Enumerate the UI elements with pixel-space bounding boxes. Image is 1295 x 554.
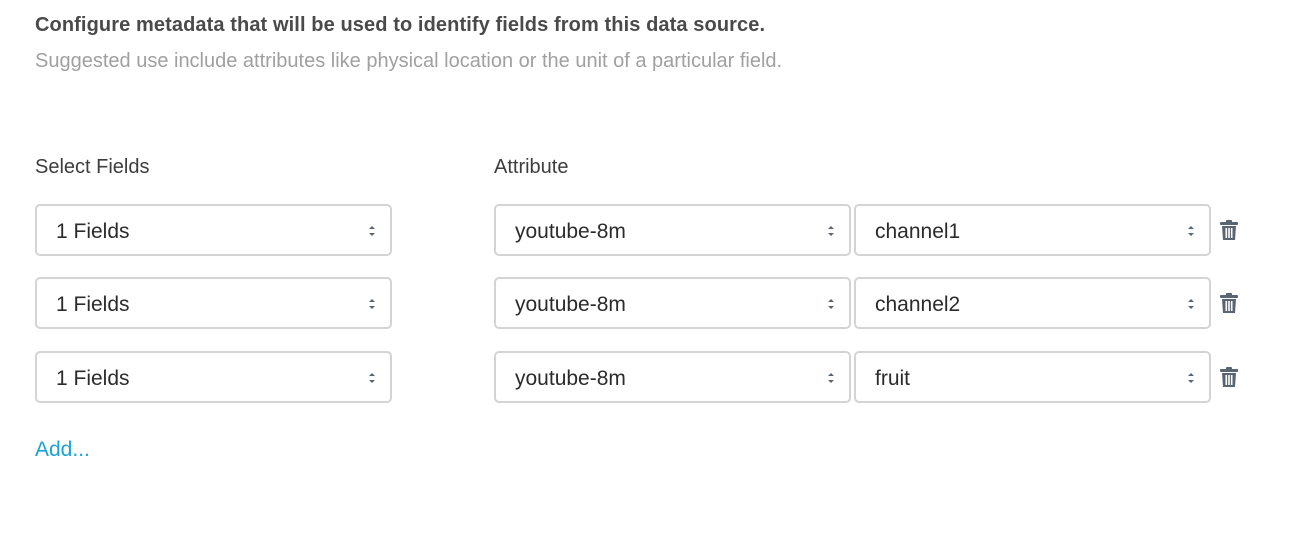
chevron-up-down-icon [369, 373, 375, 383]
fields-select[interactable]: 1 Fields [35, 277, 392, 329]
attribute-label: Attribute [494, 156, 569, 178]
fields-select[interactable]: 1 Fields [35, 351, 392, 403]
attribute-select[interactable]: channel2 [854, 277, 1211, 329]
attribute-select[interactable]: channel1 [854, 204, 1211, 256]
chevron-up-down-icon [1188, 373, 1194, 383]
chevron-up-down-icon [1188, 226, 1194, 236]
attribute-select-value: channel2 [875, 293, 961, 316]
source-select[interactable]: youtube-8m [494, 204, 851, 256]
trash-icon[interactable] [1219, 366, 1239, 388]
trash-icon[interactable] [1219, 219, 1239, 241]
metadata-row: 1 Fields youtube-8m fruit [0, 351, 1295, 407]
chevron-up-down-icon [828, 373, 834, 383]
select-fields-label: Select Fields [35, 156, 150, 178]
metadata-row: 1 Fields youtube-8m channel1 [0, 204, 1295, 260]
chevron-up-down-icon [1188, 299, 1194, 309]
fields-select[interactable]: 1 Fields [35, 204, 392, 256]
metadata-row: 1 Fields youtube-8m channel2 [0, 277, 1295, 333]
chevron-up-down-icon [369, 226, 375, 236]
attribute-select-value: fruit [875, 367, 911, 390]
attribute-select[interactable]: fruit [854, 351, 1211, 403]
fields-select-value: 1 Fields [56, 220, 130, 243]
add-link[interactable]: Add... [35, 438, 90, 462]
source-select[interactable]: youtube-8m [494, 277, 851, 329]
source-select-value: youtube-8m [515, 293, 626, 316]
source-select-value: youtube-8m [515, 367, 626, 390]
fields-select-value: 1 Fields [56, 293, 130, 316]
source-select[interactable]: youtube-8m [494, 351, 851, 403]
source-select-value: youtube-8m [515, 220, 626, 243]
chevron-up-down-icon [369, 299, 375, 309]
header-subtitle: Suggested use include attributes like ph… [35, 50, 783, 72]
trash-icon[interactable] [1219, 292, 1239, 314]
chevron-up-down-icon [828, 299, 834, 309]
attribute-select-value: channel1 [875, 220, 961, 243]
chevron-up-down-icon [828, 226, 834, 236]
header-title: Configure metadata that will be used to … [35, 14, 766, 36]
fields-select-value: 1 Fields [56, 367, 130, 390]
